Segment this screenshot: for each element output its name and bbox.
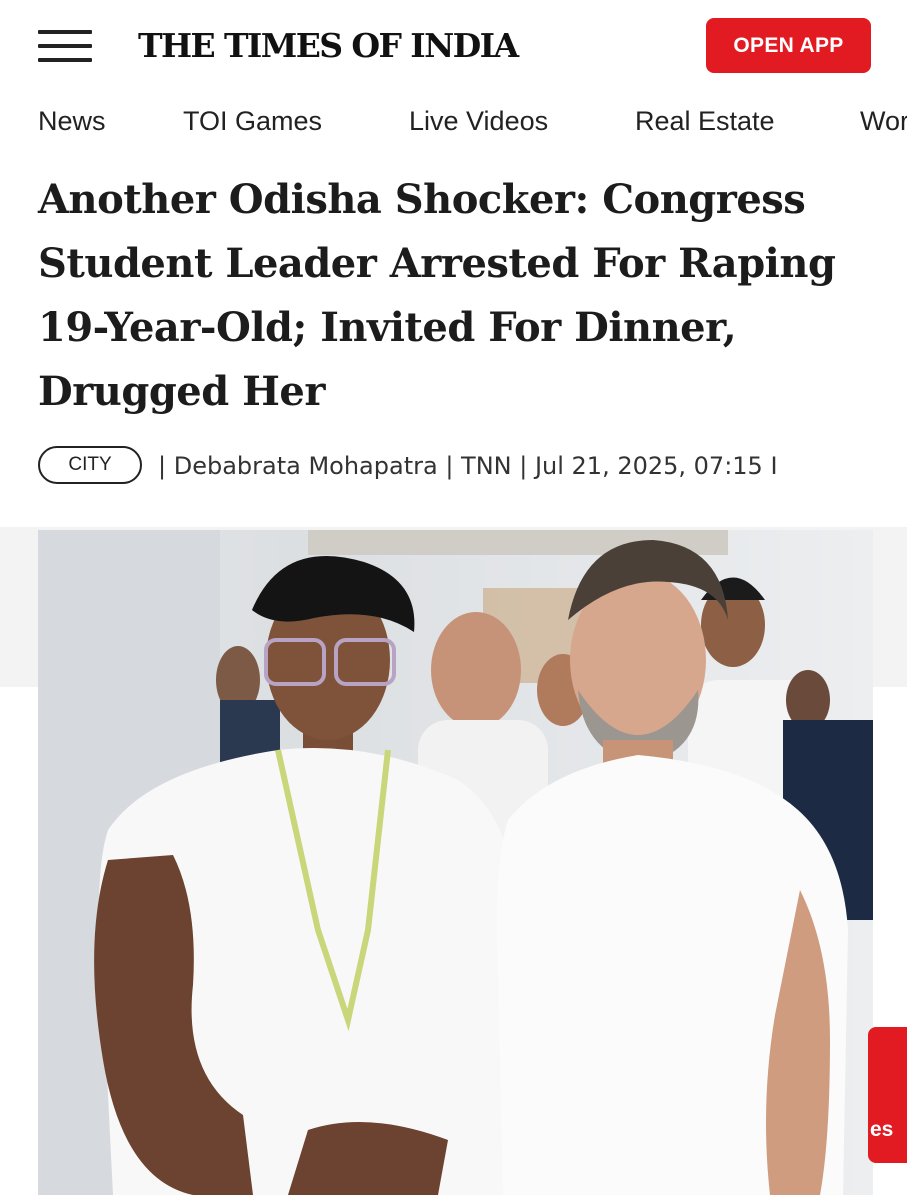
side-tab-label[interactable]: es xyxy=(870,1118,893,1142)
nav-item-toi-games[interactable]: TOI Games xyxy=(183,106,322,137)
open-app-button[interactable]: OPEN APP xyxy=(706,18,871,73)
byline-text: | Debabrata Mohapatra | TNN | Jul 21, 20… xyxy=(158,452,778,480)
nav-item-live-videos[interactable]: Live Videos xyxy=(409,106,548,137)
article-byline: CITY | Debabrata Mohapatra | TNN | Jul 2… xyxy=(38,444,873,490)
side-floating-tab[interactable] xyxy=(868,1027,907,1163)
nav-item-real-estate[interactable]: Real Estate xyxy=(635,106,775,137)
article-headline: Another Odisha Shocker: Congress Student… xyxy=(38,176,836,415)
article-photo-illustration xyxy=(38,530,873,1195)
category-tag[interactable]: CITY xyxy=(38,446,142,484)
nav-item-world[interactable]: Wor xyxy=(860,106,907,137)
nav-item-news[interactable]: News xyxy=(38,106,106,137)
article-photo xyxy=(38,530,873,1195)
menu-icon[interactable] xyxy=(38,30,92,64)
site-logo[interactable]: THE TIMES OF INDIA xyxy=(138,26,519,65)
section-nav: News TOI Games Live Videos Real Estate W… xyxy=(0,100,907,144)
top-header: THE TIMES OF INDIA OPEN APP xyxy=(0,0,907,92)
